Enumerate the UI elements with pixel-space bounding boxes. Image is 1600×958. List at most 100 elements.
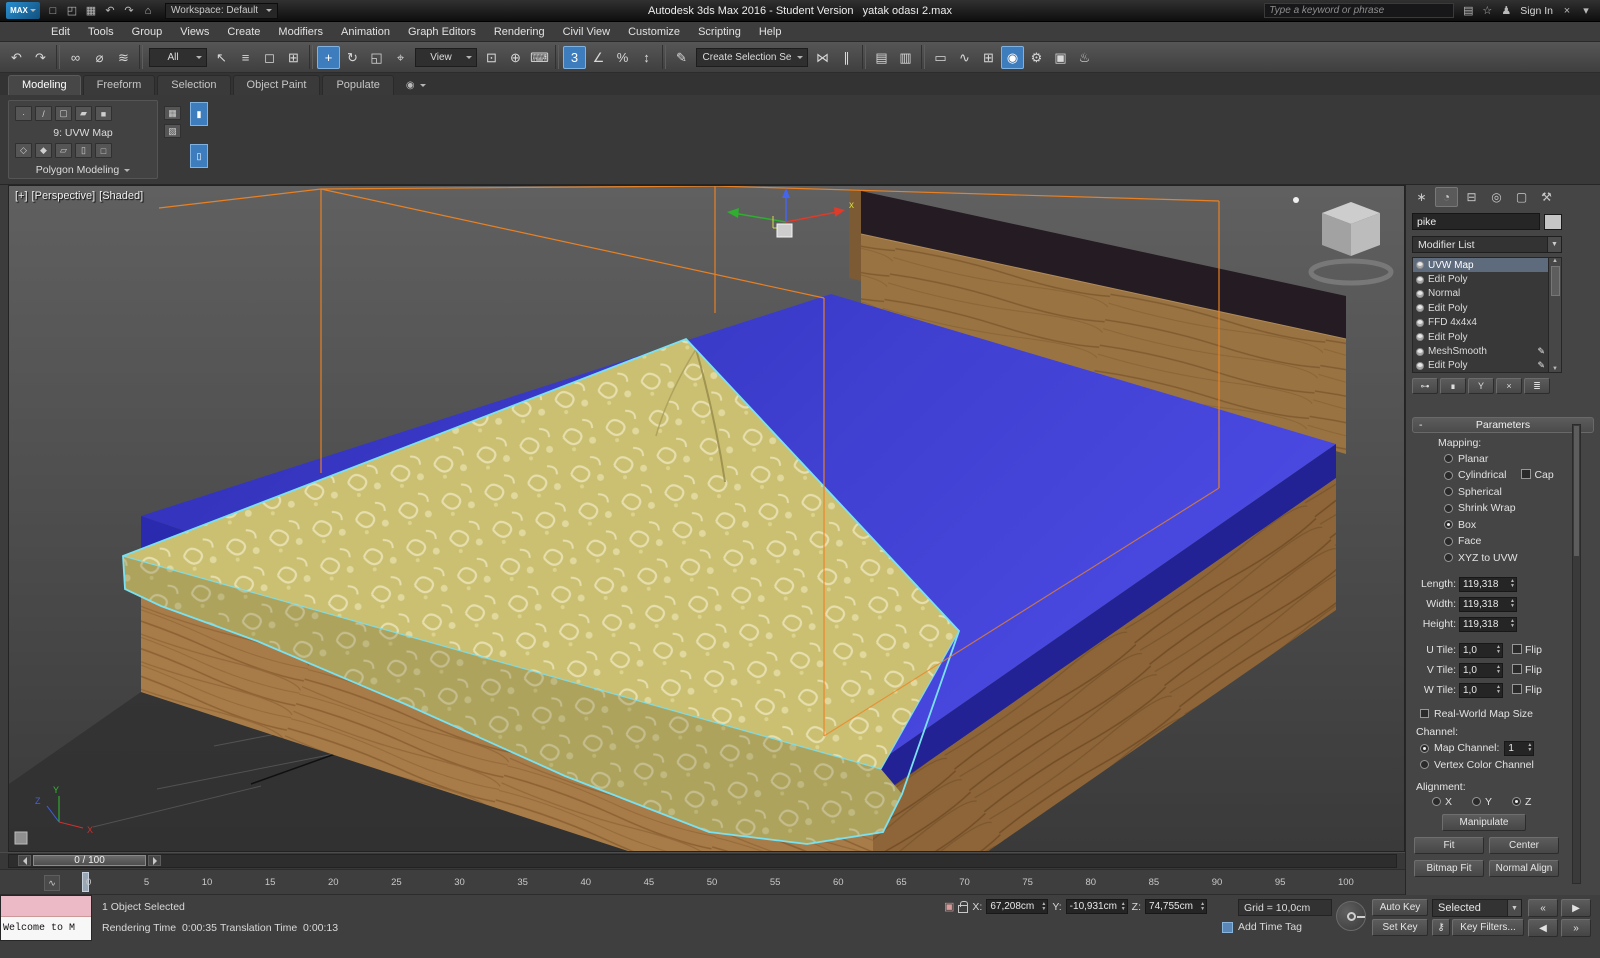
visibility-bulb-icon[interactable] [1416, 361, 1424, 370]
separator[interactable] [309, 45, 313, 69]
display-tab-icon[interactable]: ▢ [1510, 187, 1533, 207]
schematic-view-icon[interactable]: ⊞ [977, 46, 1000, 69]
key-mode-dropdown[interactable]: Selected ▼ [1432, 899, 1522, 917]
separator[interactable] [555, 45, 559, 69]
menu-item[interactable]: Customize [619, 22, 689, 41]
separator[interactable] [56, 45, 60, 69]
stack-scrollbar[interactable]: ▲ ▼ [1549, 257, 1562, 373]
edit-named-selection-sets-icon[interactable]: ✎ [670, 46, 693, 69]
menu-item[interactable]: Help [750, 22, 791, 41]
mini-icon[interactable]: ▧ [164, 124, 181, 138]
visibility-bulb-icon[interactable] [1416, 347, 1424, 356]
listener-macro-row[interactable] [1, 896, 91, 917]
undo-icon[interactable]: ↶ [102, 3, 118, 19]
bitmap-fit-button[interactable]: Bitmap Fit [1414, 859, 1484, 877]
flip-checkbox[interactable]: Flip [1512, 684, 1542, 696]
map-channel-field[interactable]: 1 [1504, 740, 1535, 756]
modifier-uvw-map[interactable]: UVW Map [1413, 258, 1548, 273]
render-production-icon[interactable]: ♨ [1073, 46, 1096, 69]
menu-item[interactable]: Views [171, 22, 218, 41]
spinner-icon[interactable] [1041, 902, 1046, 912]
use-pivot-point-center-icon[interactable]: ⊡ [480, 46, 503, 69]
show-end-result-button[interactable]: ∎ [1440, 378, 1466, 394]
viewport[interactable]: [+] [Perspective] [Shaded] x Y X Z [8, 185, 1405, 931]
spinner-icon[interactable] [1496, 665, 1501, 675]
value-field[interactable]: 1,0 [1459, 642, 1503, 658]
select-object-icon[interactable]: ↖ [210, 46, 233, 69]
rectangular-selection-region-icon[interactable]: ◻ [258, 46, 281, 69]
redo-icon[interactable]: ↷ [29, 46, 52, 69]
menu-item[interactable]: Rendering [485, 22, 554, 41]
menu-item[interactable]: Graph Editors [399, 22, 485, 41]
modify-mode-icon[interactable]: ◇ [15, 143, 32, 158]
value-field[interactable]: 1,0 [1459, 682, 1503, 698]
mirror-icon[interactable]: ⋈ [811, 46, 834, 69]
menu-item[interactable]: Edit [42, 22, 79, 41]
spinner-icon[interactable] [1496, 645, 1501, 655]
create-tab-icon[interactable]: ∗ [1410, 187, 1433, 207]
mapping-face[interactable]: Face [1406, 535, 1600, 549]
search-input[interactable] [1264, 3, 1455, 18]
infocenter-menu-icon[interactable]: ▾ [1578, 3, 1594, 19]
set-keys-button[interactable] [1336, 901, 1366, 931]
go-to-start-button[interactable]: « [1528, 899, 1558, 917]
y-coordinate-field[interactable]: -10,931cm [1065, 899, 1128, 914]
mapping-cylindrical[interactable]: Cylindrical Cap [1406, 469, 1600, 483]
x-coordinate-field[interactable]: 67,208cm [986, 899, 1049, 914]
bind-to-space-warp-icon[interactable]: ≋ [112, 46, 135, 69]
select-and-manipulate-icon[interactable]: ⊕ [504, 46, 527, 69]
pin-stack-button[interactable]: ⊶ [1412, 378, 1438, 394]
panel-scrollbar[interactable] [1572, 424, 1581, 884]
mapping-xyz-to-uvw[interactable]: XYZ to UVW [1406, 551, 1600, 565]
spinner-icon[interactable] [1121, 902, 1126, 912]
vertex-subobject-icon[interactable]: ∙ [15, 106, 32, 121]
favorites-icon[interactable]: ☆ [1479, 3, 1495, 19]
polygon-subobject-icon[interactable]: ▰ [75, 106, 92, 121]
angle-snap-icon[interactable]: ∠ [587, 46, 610, 69]
mapping-shrink-wrap[interactable]: Shrink Wrap [1406, 502, 1600, 516]
vertex-color-channel-option[interactable]: Vertex Color Channel [1406, 759, 1600, 771]
spinner-icon[interactable] [1510, 599, 1515, 609]
make-unique-button[interactable]: Y [1468, 378, 1494, 394]
modifier-edit-poly[interactable]: Edit Poly ✎ [1413, 359, 1548, 372]
new-scene-icon[interactable]: □ [45, 3, 61, 19]
manipulate-button[interactable]: Manipulate [1442, 813, 1526, 831]
keyboard-shortcut-override-icon[interactable]: ⌨ [528, 46, 551, 69]
scene-explorer-icon[interactable]: ▤ [870, 46, 893, 69]
play-animation-button[interactable]: ▶ [1561, 899, 1591, 917]
key-filters-button[interactable]: Key Filters... [1452, 919, 1524, 936]
visibility-bulb-icon[interactable] [1416, 289, 1424, 298]
modifier-edit-poly[interactable]: Edit Poly [1413, 301, 1548, 315]
scroll-down-icon[interactable]: ▼ [1552, 366, 1558, 372]
viewport-canvas[interactable]: x Y X Z [9, 185, 1404, 931]
time-slider-handle[interactable]: 0 / 100 [33, 855, 146, 866]
separator[interactable] [921, 45, 925, 69]
polygon-modeling-menu[interactable]: Polygon Modeling [9, 164, 157, 176]
border-subobject-icon[interactable]: ▢ [55, 106, 72, 121]
material-editor-icon[interactable]: ◉ [1001, 45, 1024, 69]
mini-icon[interactable]: ▦ [164, 106, 181, 120]
menu-item[interactable]: Group [123, 22, 172, 41]
selection-lock-icon[interactable] [958, 900, 969, 913]
visibility-bulb-icon[interactable] [1416, 333, 1424, 342]
render-setup-icon[interactable]: ⚙ [1025, 46, 1048, 69]
select-and-link-icon[interactable]: ∞ [64, 46, 87, 69]
menu-item[interactable]: Civil View [554, 22, 619, 41]
select-and-rotate-icon[interactable]: ↻ [341, 46, 364, 69]
add-time-tag[interactable]: Add Time Tag [1222, 921, 1302, 933]
cap-checkbox[interactable]: Cap [1521, 469, 1553, 481]
separator[interactable] [862, 45, 866, 69]
layer-explorer-icon[interactable]: ▥ [894, 46, 917, 69]
snaps-toggle-3d-icon[interactable]: 3 [563, 45, 586, 69]
align-y[interactable]: Y [1472, 796, 1492, 808]
menu-item[interactable]: Modifiers [269, 22, 332, 41]
modifier-ffd-4x4x4[interactable]: FFD 4x4x4 [1413, 316, 1548, 330]
save-file-icon[interactable]: ▦ [83, 3, 99, 19]
menu-item[interactable]: Animation [332, 22, 399, 41]
tab-freeform[interactable]: Freeform [82, 75, 156, 95]
maxscript-mini-listener[interactable]: Welcome to M [0, 895, 92, 941]
tab-object-paint[interactable]: Object Paint [232, 75, 321, 95]
named-selection-sets-dropdown[interactable]: Create Selection Se [696, 47, 808, 67]
mapping-box[interactable]: Box [1406, 518, 1600, 532]
selection-filter-dropdown[interactable]: All [149, 47, 207, 67]
